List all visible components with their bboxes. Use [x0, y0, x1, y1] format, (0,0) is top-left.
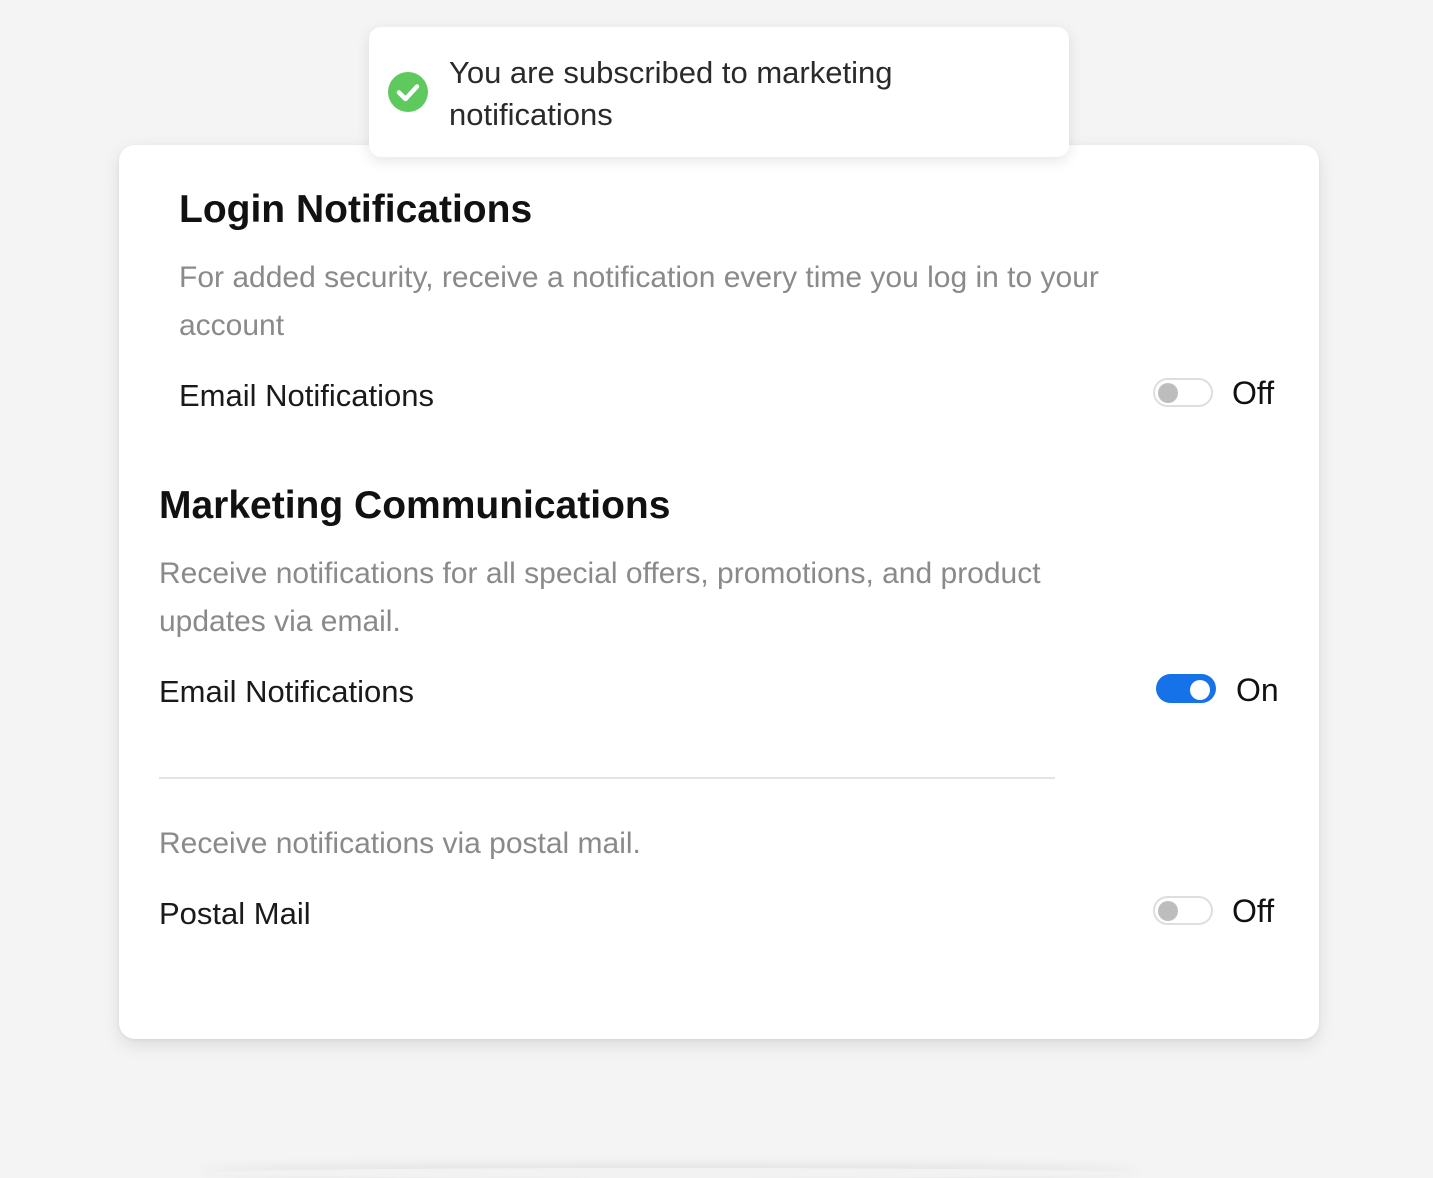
login-email-notifications-state: Off	[1232, 375, 1275, 411]
marketing-email-notifications-label: Email Notifications	[159, 674, 414, 709]
notification-settings-card: Login Notifications For added security, …	[119, 145, 1319, 1039]
check-circle-icon	[388, 72, 428, 112]
marketing-email-notifications-state: On	[1236, 672, 1279, 708]
toggle-knob	[1158, 383, 1178, 403]
postal-mail-state: Off	[1232, 893, 1275, 929]
success-toast: You are subscribed to marketing notifica…	[369, 27, 1069, 157]
login-email-notifications-toggle[interactable]	[1153, 378, 1213, 407]
marketing-communications-title: Marketing Communications	[159, 484, 671, 527]
postal-mail-toggle[interactable]	[1153, 896, 1213, 925]
postal-mail-label: Postal Mail	[159, 896, 311, 931]
toggle-knob	[1158, 901, 1178, 921]
postal-mail-description: Receive notifications via postal mail.	[159, 827, 641, 860]
toggle-knob	[1190, 680, 1210, 700]
marketing-email-notifications-toggle[interactable]	[1156, 674, 1216, 703]
toast-message: You are subscribed to marketing notifica…	[449, 55, 893, 132]
login-email-notifications-label: Email Notifications	[179, 378, 434, 413]
underlying-card-shadow	[200, 1168, 1140, 1178]
marketing-communications-description: Receive notifications for all special of…	[159, 557, 1041, 638]
login-notifications-title: Login Notifications	[179, 188, 533, 231]
section-divider	[159, 777, 1055, 779]
login-notifications-description: For added security, receive a notificati…	[179, 261, 1099, 342]
